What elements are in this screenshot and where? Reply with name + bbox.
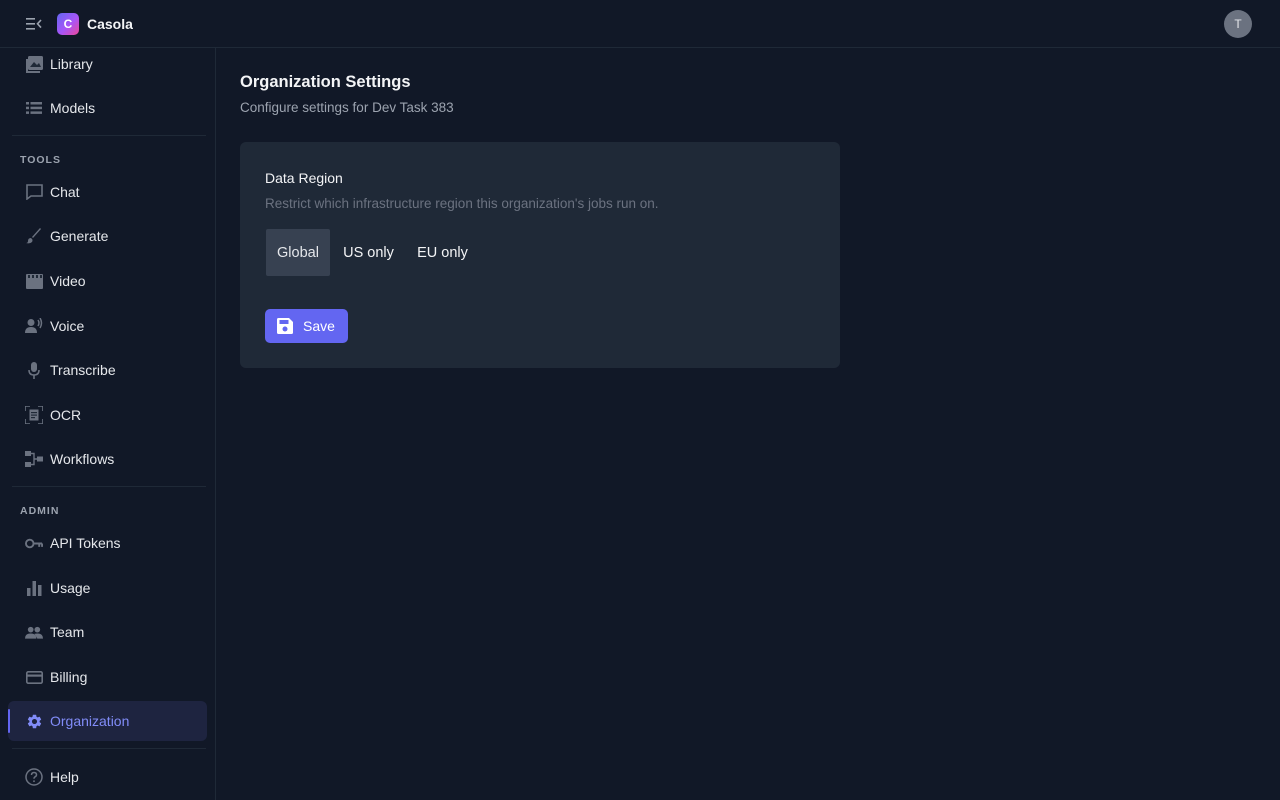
tools-section-label: TOOLS [20,154,61,166]
sidebar-item-ocr[interactable]: OCR [12,395,206,435]
region-option-global[interactable]: Global [266,229,330,276]
sidebar-item-chat[interactable]: Chat [12,172,206,212]
sidebar-item-generate[interactable]: Generate [12,216,206,256]
sidebar-divider [12,748,206,749]
save-button-label: Save [303,318,335,334]
setting-title: Data Region [265,170,343,186]
sidebar-item-library[interactable]: Library [12,44,206,84]
image-icon [25,55,43,73]
sidebar-item-transcribe[interactable]: Transcribe [12,350,206,390]
chat-icon [25,183,43,201]
sidebar-item-help[interactable]: Help [12,757,206,797]
gear-icon [25,712,43,730]
list-icon [25,99,43,117]
credit-card-icon [25,668,43,686]
sidebar-item-label: Billing [50,669,88,685]
admin-section-label: ADMIN [20,505,60,517]
setting-description: Restrict which infrastructure region thi… [265,196,659,211]
sidebar-item-team[interactable]: Team [12,612,206,652]
sidebar-item-label: Video [50,273,86,289]
sidebar-item-label: Models [50,100,96,116]
page-title: Organization Settings [240,73,411,91]
microphone-icon [25,361,43,379]
sidebar-item-label: Transcribe [50,362,116,378]
app-name: Casola [87,16,133,32]
voice-icon [25,317,43,335]
app-logo: C [57,13,79,35]
user-avatar[interactable]: T [1224,10,1252,38]
sidebar-item-organization[interactable]: Organization [8,701,207,741]
film-icon [25,272,43,290]
sidebar-item-billing[interactable]: Billing [12,657,206,697]
people-icon [25,623,43,641]
region-option-eu-only[interactable]: EU only [408,229,477,276]
sidebar-item-models[interactable]: Models [12,88,206,128]
sidebar-item-label: Chat [50,184,80,200]
sidebar-item-label: Team [50,624,85,640]
region-option-us-only[interactable]: US only [334,229,403,276]
sidebar-item-label: Workflows [50,451,115,467]
bar-chart-icon [25,579,43,597]
brush-icon [25,227,43,245]
sidebar-item-label: OCR [50,407,82,423]
sidebar-item-voice[interactable]: Voice [12,306,206,346]
key-icon [25,534,43,552]
sidebar-item-label: Help [50,769,79,785]
document-scan-icon [25,406,43,424]
sidebar-item-label: Organization [50,713,130,729]
sidebar-divider [12,486,206,487]
page-subtitle: Configure settings for Dev Task 383 [240,100,454,115]
data-region-card: Data Region Restrict which infrastructur… [240,142,840,368]
sidebar-item-video[interactable]: Video [12,261,206,301]
sidebar-item-workflows[interactable]: Workflows [12,439,206,479]
sidebar: Library Models TOOLS Chat Generate Video… [0,48,216,800]
help-icon [25,768,43,786]
sidebar-item-usage[interactable]: Usage [12,568,206,608]
sidebar-divider [12,135,206,136]
sidebar-item-label: Library [50,56,93,72]
workflow-icon [25,450,43,468]
sidebar-item-label: Usage [50,580,91,596]
sidebar-item-api-tokens[interactable]: API Tokens [12,523,206,563]
top-bar: C Casola T [0,0,1280,48]
floppy-disk-icon [277,318,293,334]
collapse-sidebar-icon[interactable] [24,14,44,34]
save-button[interactable]: Save [265,309,348,343]
active-indicator [8,709,10,733]
sidebar-item-label: API Tokens [50,535,121,551]
sidebar-item-label: Voice [50,318,85,334]
sidebar-item-label: Generate [50,228,109,244]
